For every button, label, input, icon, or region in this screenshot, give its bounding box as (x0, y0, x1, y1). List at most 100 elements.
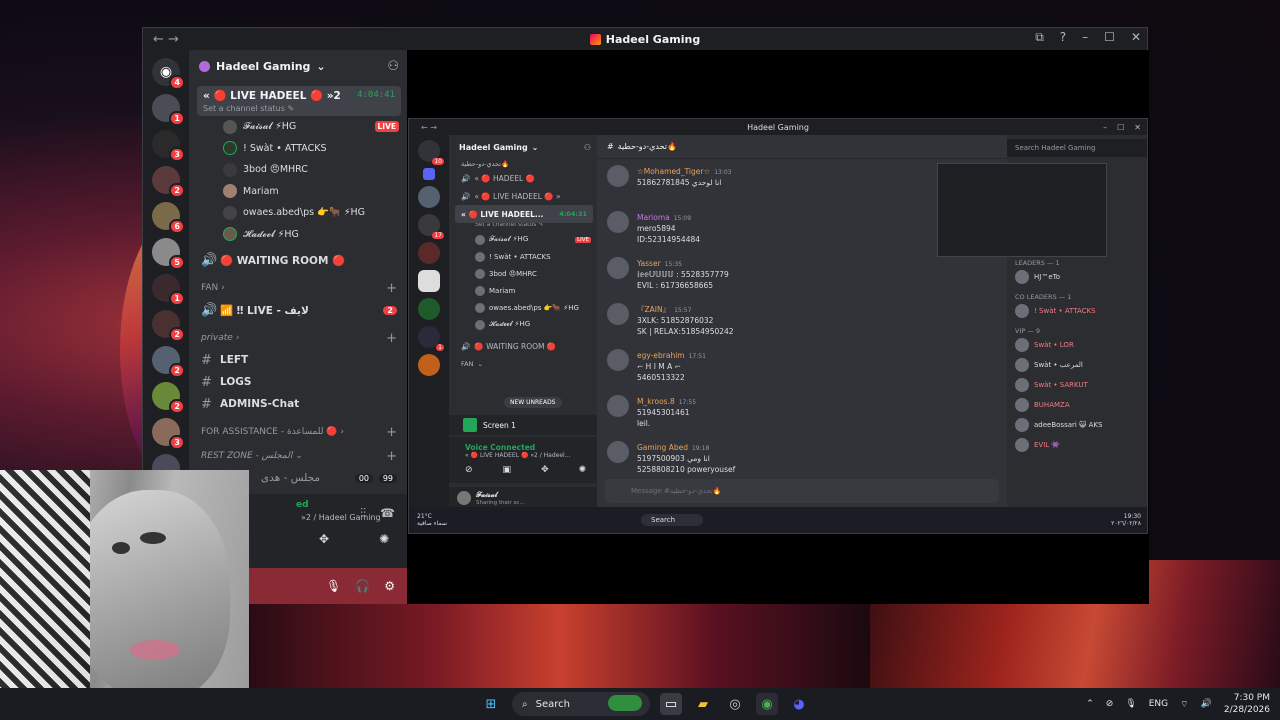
server-icon[interactable]: 2 (152, 310, 185, 342)
category-private[interactable]: private › + (189, 327, 407, 349)
search-highlight-icon (608, 695, 642, 711)
taskbar-search[interactable]: ⌕ Search (512, 692, 650, 716)
mentions-badge: 4 (169, 75, 185, 90)
inbox-icon[interactable]: ⧉ (1035, 30, 1044, 45)
server-icon[interactable]: 3 (152, 418, 185, 450)
avatar (607, 257, 629, 279)
add-channel-icon[interactable]: + (386, 449, 397, 464)
noise-suppression-icon[interactable]: ⫶⫶ (360, 506, 366, 521)
member-name: Swàt • SARKUT (1034, 381, 1088, 389)
channel-live[interactable]: 🔊 📶 ‼ LIVE - لايف 2 (189, 299, 407, 321)
channel-live: « 🔴 LIVE HADEEL... 4:04:31 (455, 205, 593, 223)
voice-user[interactable]: 𝓗𝓪𝓭𝓮𝓮𝓵 ⚡HG (189, 224, 407, 246)
clock[interactable]: 7:30 PM 2/28/2026 (1224, 692, 1270, 716)
discord-icon[interactable]: ◕ (788, 693, 810, 715)
badge: 3 (169, 435, 185, 450)
disconnect-icon[interactable]: ☎ (380, 506, 395, 521)
user-count: 00 (354, 473, 373, 483)
unread-badge: 2 (383, 305, 397, 315)
channel-name: « 🔴 LIVE HADEEL 🔴 » (474, 191, 561, 201)
server-icon[interactable]: 5 (152, 238, 185, 270)
screen-share-row: Screen 1 (449, 415, 597, 435)
language-indicator[interactable]: ENG (1149, 699, 1168, 709)
voice-actions: ⫶⫶ ☎ (360, 506, 395, 521)
channel: تحدي-دو-حطية🔥 (449, 159, 597, 169)
new-unreads-pill: NEW UNREADS (504, 397, 562, 408)
server-icon[interactable]: 2 (152, 346, 185, 378)
badge: 2 (169, 183, 185, 198)
voice-user: Mariam (449, 282, 597, 299)
nav-arrows: ← → (421, 122, 437, 132)
minimize-icon: – (1103, 122, 1108, 132)
add-channel-icon[interactable]: + (386, 331, 397, 346)
activities-icon: ✥ (541, 465, 549, 475)
server-icon[interactable]: 1 (152, 274, 185, 306)
voice-user[interactable]: Mariam (189, 181, 407, 203)
server-icon (418, 354, 440, 376)
headphones-icon[interactable]: 🎧 (355, 579, 370, 593)
avatar (475, 319, 485, 330)
channel-status[interactable]: Set a channel status ✎ (203, 104, 395, 113)
badge: 10 (432, 158, 444, 165)
microphone-icon[interactable]: 🎙 (1125, 699, 1136, 709)
time: 7:30 PM (1233, 693, 1270, 703)
voice-buttons: ⊘ ▣ ✥ ✺ (465, 465, 597, 475)
text-channel-logs[interactable]: # LOGS (189, 371, 407, 393)
steam-icon[interactable]: ◎ (724, 693, 746, 715)
discord-home-icon[interactable]: ◉ 4 (152, 58, 185, 90)
help-icon[interactable]: ? (1060, 30, 1066, 45)
microphone-icon[interactable]: 🎙 (326, 579, 341, 593)
soundboard-icon[interactable]: ✺ (379, 532, 389, 546)
category-assistance[interactable]: FOR ASSISTANCE - للمساعدة 🔴 › + (189, 421, 407, 443)
chrome-icon[interactable]: ◉ (756, 693, 778, 715)
windows-start-icon[interactable]: ⊞ (480, 693, 502, 715)
user-name: ! Swàt • ATTACKS (489, 252, 551, 261)
voice-channel-live[interactable]: « 🔴 LIVE HADEEL 🔴 »2 4:04:41 Set a chann… (197, 86, 401, 116)
speaker-icon: 🔊 (461, 191, 471, 201)
server-icon[interactable]: 6 (152, 202, 185, 234)
server-icon: 17 (418, 214, 444, 239)
minimize-button[interactable]: – (1082, 30, 1088, 45)
user-name: 𝓗𝓪𝓭𝓮𝓮𝓵 ⚡HG (243, 228, 299, 240)
invite-icon[interactable]: ⚇ (387, 59, 399, 74)
voice-user[interactable]: 3bod 😠MHRC (189, 159, 407, 181)
maximize-button[interactable]: ☐ (1104, 30, 1115, 45)
member: HJ™eTo (1007, 267, 1147, 287)
server-icon[interactable]: 3 (152, 130, 185, 162)
category-rest-zone[interactable]: REST ZONE - المجلس ⌄ + (189, 445, 407, 467)
server-icon[interactable]: 2 (152, 382, 185, 414)
wifi-icon[interactable]: ⌔ (1180, 699, 1188, 710)
guild-icon (199, 60, 210, 72)
voice-user[interactable]: 𝓕𝓪𝓲𝓼𝓪𝓵 ⚡HG LIVE (189, 116, 407, 138)
server-icon[interactable]: 1 (152, 94, 185, 126)
voice-channel-waiting-room[interactable]: 🔊 🔴 WAITING ROOM 🔴 (189, 249, 407, 271)
volume-icon[interactable]: 🔊 (1201, 699, 1212, 709)
server-icon[interactable]: 2 (152, 166, 185, 198)
close-button[interactable]: ✕ (1131, 30, 1141, 45)
add-channel-icon[interactable]: + (386, 425, 397, 440)
message-time: 15:09 (673, 215, 692, 222)
add-channel-icon[interactable]: + (386, 281, 397, 296)
task-view-icon[interactable]: ▭ (660, 693, 682, 715)
voice-user[interactable]: ! Swàt • ATTACKS (189, 138, 407, 160)
screen-icon (463, 418, 477, 432)
voice-user[interactable]: owaes.abed\ps 👉🐂 ⚡HG (189, 202, 407, 224)
settings-gear-icon[interactable]: ⚙ (384, 579, 395, 593)
voice-user: 3bod 😠MHRC (449, 265, 597, 282)
chevron-down-icon: ⌄ (316, 59, 326, 73)
chevron-up-icon[interactable]: ⌃ (1086, 699, 1094, 709)
live-badge: LIVE (374, 121, 399, 133)
category-fan[interactable]: FAN › + (189, 277, 407, 299)
hash-icon: # (201, 352, 212, 368)
guild-header[interactable]: Hadeel Gaming ⌄ ⚇ (189, 50, 407, 82)
window-controls: – ☐ ✕ (1103, 123, 1141, 132)
text-channel-left[interactable]: # LEFT (189, 349, 407, 371)
avatar (475, 268, 485, 279)
file-explorer-icon[interactable]: ▰ (692, 693, 714, 715)
speaker-icon: 🔊 (201, 252, 218, 268)
network-icon[interactable]: ⊘ (1106, 699, 1114, 709)
text-channel-admins[interactable]: # ADMINS-Chat (189, 393, 407, 415)
member: adeeBossari 😺 AKS (1007, 415, 1147, 435)
maximize-icon: ☐ (1117, 122, 1125, 132)
activities-icon[interactable]: ✥ (319, 532, 329, 546)
